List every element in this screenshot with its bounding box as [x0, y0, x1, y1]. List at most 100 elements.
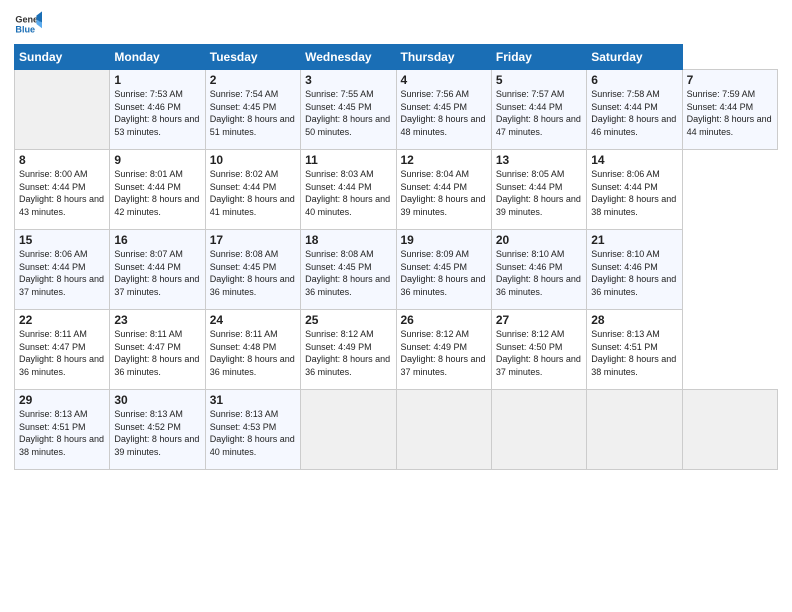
header-row: SundayMondayTuesdayWednesdayThursdayFrid…: [15, 45, 778, 70]
day-info: Sunrise: 7:57 AMSunset: 4:44 PMDaylight:…: [496, 88, 582, 138]
day-cell: 18Sunrise: 8:08 AMSunset: 4:45 PMDayligh…: [301, 230, 396, 310]
day-number: 21: [591, 233, 677, 247]
day-cell: 27Sunrise: 8:12 AMSunset: 4:50 PMDayligh…: [491, 310, 586, 390]
day-cell: 11Sunrise: 8:03 AMSunset: 4:44 PMDayligh…: [301, 150, 396, 230]
day-cell: 20Sunrise: 8:10 AMSunset: 4:46 PMDayligh…: [491, 230, 586, 310]
day-number: 7: [687, 73, 773, 87]
day-info: Sunrise: 8:12 AMSunset: 4:49 PMDaylight:…: [305, 328, 391, 378]
day-number: 6: [591, 73, 677, 87]
day-number: 18: [305, 233, 391, 247]
day-number: 28: [591, 313, 677, 327]
day-info: Sunrise: 7:58 AMSunset: 4:44 PMDaylight:…: [591, 88, 677, 138]
day-cell: 15Sunrise: 8:06 AMSunset: 4:44 PMDayligh…: [15, 230, 110, 310]
header-cell-monday: Monday: [110, 45, 205, 70]
header-cell-saturday: Saturday: [587, 45, 682, 70]
day-info: Sunrise: 8:10 AMSunset: 4:46 PMDaylight:…: [496, 248, 582, 298]
day-info: Sunrise: 8:07 AMSunset: 4:44 PMDaylight:…: [114, 248, 200, 298]
day-info: Sunrise: 8:09 AMSunset: 4:45 PMDaylight:…: [401, 248, 487, 298]
day-cell: 22Sunrise: 8:11 AMSunset: 4:47 PMDayligh…: [15, 310, 110, 390]
day-cell: 19Sunrise: 8:09 AMSunset: 4:45 PMDayligh…: [396, 230, 491, 310]
day-number: 27: [496, 313, 582, 327]
day-info: Sunrise: 8:13 AMSunset: 4:51 PMDaylight:…: [591, 328, 677, 378]
day-cell: 9Sunrise: 8:01 AMSunset: 4:44 PMDaylight…: [110, 150, 205, 230]
day-number: 29: [19, 393, 105, 407]
day-cell: 10Sunrise: 8:02 AMSunset: 4:44 PMDayligh…: [205, 150, 300, 230]
day-info: Sunrise: 8:04 AMSunset: 4:44 PMDaylight:…: [401, 168, 487, 218]
day-info: Sunrise: 8:06 AMSunset: 4:44 PMDaylight:…: [19, 248, 105, 298]
day-number: 25: [305, 313, 391, 327]
day-info: Sunrise: 7:54 AMSunset: 4:45 PMDaylight:…: [210, 88, 296, 138]
calendar-table: SundayMondayTuesdayWednesdayThursdayFrid…: [14, 44, 778, 470]
day-info: Sunrise: 7:53 AMSunset: 4:46 PMDaylight:…: [114, 88, 200, 138]
day-info: Sunrise: 8:13 AMSunset: 4:53 PMDaylight:…: [210, 408, 296, 458]
day-cell: 3Sunrise: 7:55 AMSunset: 4:45 PMDaylight…: [301, 70, 396, 150]
day-number: 26: [401, 313, 487, 327]
day-number: 14: [591, 153, 677, 167]
day-cell: [301, 390, 396, 470]
week-row-2: 8Sunrise: 8:00 AMSunset: 4:44 PMDaylight…: [15, 150, 778, 230]
day-info: Sunrise: 7:59 AMSunset: 4:44 PMDaylight:…: [687, 88, 773, 138]
day-cell: 16Sunrise: 8:07 AMSunset: 4:44 PMDayligh…: [110, 230, 205, 310]
day-info: Sunrise: 7:55 AMSunset: 4:45 PMDaylight:…: [305, 88, 391, 138]
day-number: 2: [210, 73, 296, 87]
day-number: 13: [496, 153, 582, 167]
week-row-5: 29Sunrise: 8:13 AMSunset: 4:51 PMDayligh…: [15, 390, 778, 470]
week-row-1: 1Sunrise: 7:53 AMSunset: 4:46 PMDaylight…: [15, 70, 778, 150]
day-number: 22: [19, 313, 105, 327]
logo: General Blue: [14, 10, 42, 38]
week-row-4: 22Sunrise: 8:11 AMSunset: 4:47 PMDayligh…: [15, 310, 778, 390]
day-cell: 25Sunrise: 8:12 AMSunset: 4:49 PMDayligh…: [301, 310, 396, 390]
day-number: 3: [305, 73, 391, 87]
day-cell: 5Sunrise: 7:57 AMSunset: 4:44 PMDaylight…: [491, 70, 586, 150]
day-info: Sunrise: 8:02 AMSunset: 4:44 PMDaylight:…: [210, 168, 296, 218]
day-cell: 14Sunrise: 8:06 AMSunset: 4:44 PMDayligh…: [587, 150, 682, 230]
day-cell: 7Sunrise: 7:59 AMSunset: 4:44 PMDaylight…: [682, 70, 777, 150]
day-number: 8: [19, 153, 105, 167]
day-number: 15: [19, 233, 105, 247]
day-cell: 13Sunrise: 8:05 AMSunset: 4:44 PMDayligh…: [491, 150, 586, 230]
day-info: Sunrise: 8:11 AMSunset: 4:47 PMDaylight:…: [19, 328, 105, 378]
day-number: 16: [114, 233, 200, 247]
day-info: Sunrise: 8:12 AMSunset: 4:50 PMDaylight:…: [496, 328, 582, 378]
day-info: Sunrise: 8:11 AMSunset: 4:48 PMDaylight:…: [210, 328, 296, 378]
day-cell: 26Sunrise: 8:12 AMSunset: 4:49 PMDayligh…: [396, 310, 491, 390]
day-cell: 23Sunrise: 8:11 AMSunset: 4:47 PMDayligh…: [110, 310, 205, 390]
day-info: Sunrise: 8:10 AMSunset: 4:46 PMDaylight:…: [591, 248, 677, 298]
header-cell-sunday: Sunday: [15, 45, 110, 70]
day-info: Sunrise: 8:13 AMSunset: 4:52 PMDaylight:…: [114, 408, 200, 458]
header-cell-friday: Friday: [491, 45, 586, 70]
day-info: Sunrise: 8:12 AMSunset: 4:49 PMDaylight:…: [401, 328, 487, 378]
header-cell-wednesday: Wednesday: [301, 45, 396, 70]
day-number: 9: [114, 153, 200, 167]
day-info: Sunrise: 8:05 AMSunset: 4:44 PMDaylight:…: [496, 168, 582, 218]
day-number: 31: [210, 393, 296, 407]
header-cell-thursday: Thursday: [396, 45, 491, 70]
day-number: 17: [210, 233, 296, 247]
day-cell: 31Sunrise: 8:13 AMSunset: 4:53 PMDayligh…: [205, 390, 300, 470]
week-row-3: 15Sunrise: 8:06 AMSunset: 4:44 PMDayligh…: [15, 230, 778, 310]
day-cell: 28Sunrise: 8:13 AMSunset: 4:51 PMDayligh…: [587, 310, 682, 390]
day-number: 5: [496, 73, 582, 87]
day-cell: 24Sunrise: 8:11 AMSunset: 4:48 PMDayligh…: [205, 310, 300, 390]
day-cell: 1Sunrise: 7:53 AMSunset: 4:46 PMDaylight…: [110, 70, 205, 150]
day-number: 30: [114, 393, 200, 407]
day-info: Sunrise: 8:00 AMSunset: 4:44 PMDaylight:…: [19, 168, 105, 218]
logo-icon: General Blue: [14, 10, 42, 38]
day-cell: [682, 390, 777, 470]
day-number: 24: [210, 313, 296, 327]
day-number: 23: [114, 313, 200, 327]
day-info: Sunrise: 8:08 AMSunset: 4:45 PMDaylight:…: [210, 248, 296, 298]
day-cell: 2Sunrise: 7:54 AMSunset: 4:45 PMDaylight…: [205, 70, 300, 150]
day-number: 4: [401, 73, 487, 87]
empty-cell: [15, 70, 110, 150]
day-cell: 8Sunrise: 8:00 AMSunset: 4:44 PMDaylight…: [15, 150, 110, 230]
day-cell: 6Sunrise: 7:58 AMSunset: 4:44 PMDaylight…: [587, 70, 682, 150]
day-number: 12: [401, 153, 487, 167]
day-number: 10: [210, 153, 296, 167]
day-cell: 4Sunrise: 7:56 AMSunset: 4:45 PMDaylight…: [396, 70, 491, 150]
page-container: General Blue SundayMondayTuesdayWednesda…: [0, 0, 792, 480]
day-info: Sunrise: 7:56 AMSunset: 4:45 PMDaylight:…: [401, 88, 487, 138]
day-info: Sunrise: 8:08 AMSunset: 4:45 PMDaylight:…: [305, 248, 391, 298]
day-number: 19: [401, 233, 487, 247]
day-cell: 30Sunrise: 8:13 AMSunset: 4:52 PMDayligh…: [110, 390, 205, 470]
